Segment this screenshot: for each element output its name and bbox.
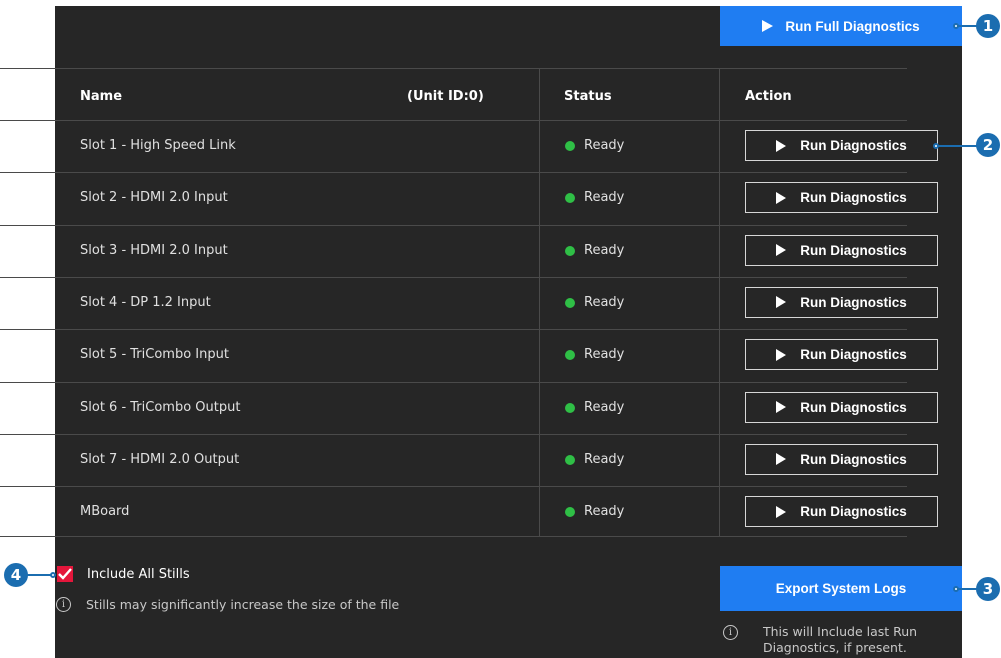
run-diagnostics-button[interactable]: Run Diagnostics	[745, 339, 938, 371]
header-unit-id: (Unit ID:0)	[407, 89, 484, 104]
stills-note: Stills may significantly increase the si…	[86, 597, 400, 612]
status-ready-icon	[565, 245, 575, 256]
status-text: Ready	[584, 451, 625, 467]
run-diagnostics-label: Run Diagnostics	[800, 242, 907, 258]
export-system-logs-button[interactable]: Export System Logs	[720, 566, 962, 611]
header-status: Status	[564, 89, 612, 104]
run-diagnostics-label: Run Diagnostics	[800, 504, 907, 520]
include-stills-checkbox[interactable]	[57, 566, 73, 582]
slot-name: Slot 6 - TriCombo Output	[80, 399, 241, 415]
play-icon	[776, 296, 787, 309]
slot-name: MBoard	[80, 504, 130, 520]
callout-2: 2	[976, 133, 1000, 157]
status-text: Ready	[584, 504, 625, 520]
run-diagnostics-button[interactable]: Run Diagnostics	[745, 182, 938, 214]
callout-3: 3	[976, 577, 1000, 601]
status-text: Ready	[584, 138, 625, 153]
export-note: This will Include last Run Diagnostics, …	[763, 624, 918, 655]
run-diagnostics-label: Run Diagnostics	[800, 399, 907, 415]
status-text: Ready	[584, 399, 625, 415]
slot-name: Slot 2 - HDMI 2.0 Input	[80, 190, 228, 206]
run-diagnostics-button[interactable]: Run Diagnostics	[745, 391, 938, 423]
status-ready-icon	[565, 297, 575, 308]
play-icon	[776, 505, 787, 518]
callout-anchor	[953, 23, 959, 29]
header-name: Name	[80, 89, 123, 104]
status-ready-icon	[565, 454, 575, 465]
info-icon: i	[723, 625, 738, 640]
run-diagnostics-label: Run Diagnostics	[800, 138, 907, 153]
run-full-diagnostics-label: Run Full Diagnostics	[785, 18, 920, 34]
play-icon	[776, 139, 787, 152]
header-action: Action	[745, 89, 792, 104]
slot-name: Slot 4 - DP 1.2 Input	[80, 294, 211, 310]
callout-anchor	[50, 572, 56, 578]
include-stills-label: Include All Stills	[87, 567, 190, 582]
info-icon: i	[56, 597, 71, 612]
export-system-logs-label: Export System Logs	[775, 581, 907, 596]
play-icon	[776, 401, 787, 413]
play-icon	[776, 244, 787, 257]
play-icon	[762, 20, 774, 32]
run-diagnostics-button[interactable]: Run Diagnostics	[745, 286, 938, 318]
run-diagnostics-label: Run Diagnostics	[800, 347, 907, 363]
slot-name: Slot 3 - HDMI 2.0 Input	[80, 242, 228, 258]
play-icon	[776, 348, 787, 361]
status-text: Ready	[584, 242, 625, 258]
callout-4: 4	[4, 563, 28, 587]
status-text: Ready	[584, 347, 625, 363]
run-diagnostics-label: Run Diagnostics	[800, 294, 907, 310]
callout-anchor	[933, 143, 939, 149]
callout-anchor	[953, 586, 959, 592]
run-diagnostics-label: Run Diagnostics	[800, 190, 907, 206]
run-full-diagnostics-button[interactable]: Run Full Diagnostics	[720, 6, 962, 46]
status-ready-icon	[565, 141, 575, 151]
check-icon	[58, 568, 72, 580]
run-diagnostics-label: Run Diagnostics	[800, 451, 907, 467]
play-icon	[776, 453, 787, 466]
slot-name: Slot 5 - TriCombo Input	[80, 347, 229, 363]
run-diagnostics-button[interactable]: Run Diagnostics	[745, 496, 938, 528]
run-diagnostics-button[interactable]: Run Diagnostics	[745, 130, 938, 161]
run-diagnostics-button[interactable]: Run Diagnostics	[745, 443, 938, 475]
status-text: Ready	[584, 294, 625, 310]
callout-1: 1	[976, 14, 1000, 38]
table-bottom-border	[0, 536, 907, 537]
callout-line	[935, 145, 977, 147]
play-icon	[776, 191, 787, 204]
run-diagnostics-button[interactable]: Run Diagnostics	[745, 234, 938, 266]
slot-name: Slot 7 - HDMI 2.0 Output	[80, 451, 240, 467]
slot-name: Slot 1 - High Speed Link	[80, 138, 236, 153]
status-ready-icon	[565, 402, 575, 413]
status-text: Ready	[584, 190, 625, 206]
